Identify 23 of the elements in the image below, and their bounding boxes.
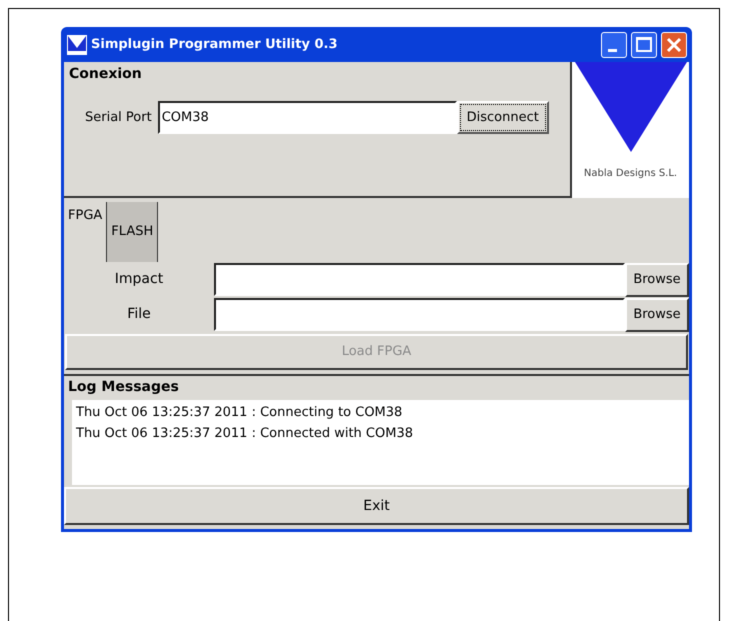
disconnect-button[interactable]: Disconnect [456,101,549,134]
group-title: Conexion [68,65,143,84]
logo-caption: Nabla Designs S.L. [584,167,678,181]
tab[interactable]: FLASH [106,202,158,262]
app-icon [67,34,87,54]
browse-button[interactable]: Browse [625,298,689,332]
window-title: Simplugin Programmer Utility 0.3 [91,36,339,54]
file-path-field[interactable] [214,263,625,296]
log-message: Thu Oct 06 13:25:37 2011 : Connected with COM38 [76,425,414,443]
field-label: Serial Port [85,108,152,127]
browse-button[interactable]: Browse [625,262,689,296]
log-title: Log Messages [67,378,180,397]
minimize-button[interactable] [601,32,627,58]
close-icon [666,36,682,52]
exit-button[interactable]: Exit [64,487,689,525]
serial-port-field[interactable]: COM38 [158,101,457,134]
field-label: Impact [114,270,164,289]
maximize-button[interactable] [631,32,657,58]
log-message: Thu Oct 06 13:25:37 2011 : Connecting to COM38 [76,404,404,422]
file-path-field[interactable] [214,298,625,331]
field-label: File [126,305,152,324]
close-button[interactable] [661,32,687,58]
triangle-logo-icon [574,62,686,152]
